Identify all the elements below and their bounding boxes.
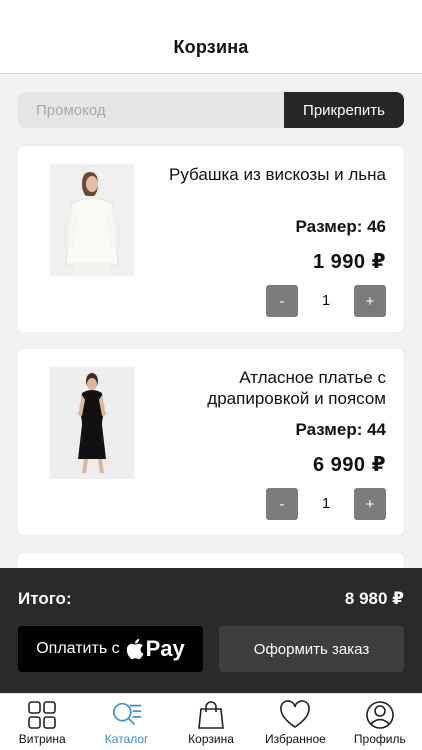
- increment-button[interactable]: +: [354, 488, 386, 520]
- checkout-button[interactable]: Оформить заказ: [219, 626, 404, 672]
- apple-pay-brand: Pay: [145, 636, 185, 661]
- tab-label: Витрина: [18, 732, 66, 746]
- apply-promo-button[interactable]: Прикрепить: [284, 92, 404, 128]
- quantity-value: 1: [298, 488, 354, 520]
- profile-icon: [364, 700, 396, 730]
- product-size: Размер: 44: [295, 420, 386, 439]
- quantity-value: 1: [298, 285, 354, 317]
- tab-profile[interactable]: Профиль: [338, 694, 422, 750]
- product-price: 1 990 ₽: [312, 251, 386, 273]
- tab-cart[interactable]: Корзина: [169, 694, 253, 750]
- product-image[interactable]: [50, 164, 134, 276]
- quantity-stepper: - 1 +: [266, 285, 386, 317]
- promo-code-input[interactable]: [18, 92, 284, 128]
- product-image[interactable]: [50, 367, 134, 479]
- product-name[interactable]: Рубашка из вискозы и льна: [166, 164, 386, 185]
- tab-label: Каталог: [104, 732, 149, 746]
- apple-logo-icon: [126, 638, 144, 660]
- tab-label: Корзина: [188, 732, 234, 746]
- page-title: Корзина: [173, 37, 249, 57]
- tab-catalog[interactable]: Каталог: [84, 694, 168, 750]
- grid-icon: [26, 700, 58, 730]
- decrement-button[interactable]: -: [266, 285, 298, 317]
- tab-favorites[interactable]: Избранное: [253, 694, 337, 750]
- product-size: Размер: 46: [295, 217, 386, 236]
- promo-code-form: Прикрепить: [18, 92, 404, 128]
- quantity-stepper: - 1 +: [266, 488, 386, 520]
- tab-label: Избранное: [265, 732, 326, 746]
- header: Корзина: [0, 0, 422, 74]
- decrement-button[interactable]: -: [266, 488, 298, 520]
- tab-bar: Витрина Каталог Корзина Избранное Профил…: [0, 693, 422, 750]
- increment-button[interactable]: +: [354, 285, 386, 317]
- tab-label: Профиль: [353, 732, 406, 746]
- product-price: 6 990 ₽: [312, 454, 386, 476]
- cart-item: Рубашка из вискозы и льна Размер: 46 1 9…: [18, 146, 404, 332]
- product-name[interactable]: Атласное платье с драпировкой и поясом: [166, 367, 386, 409]
- heart-icon: [279, 700, 311, 730]
- apple-pay-button[interactable]: Оплатить с Pay: [18, 626, 203, 672]
- search-list-icon: [111, 700, 143, 730]
- apple-pay-label: Оплатить с: [36, 640, 120, 657]
- total-value: 8 980 ₽: [344, 589, 404, 608]
- tab-showcase[interactable]: Витрина: [0, 694, 84, 750]
- order-summary: Итого: 8 980 ₽ Оплатить с Pay Оформить з…: [0, 568, 422, 693]
- total-label: Итого:: [18, 589, 72, 608]
- cart-item: Атласное платье с драпировкой и поясом Р…: [18, 349, 404, 535]
- bag-icon: [195, 700, 227, 730]
